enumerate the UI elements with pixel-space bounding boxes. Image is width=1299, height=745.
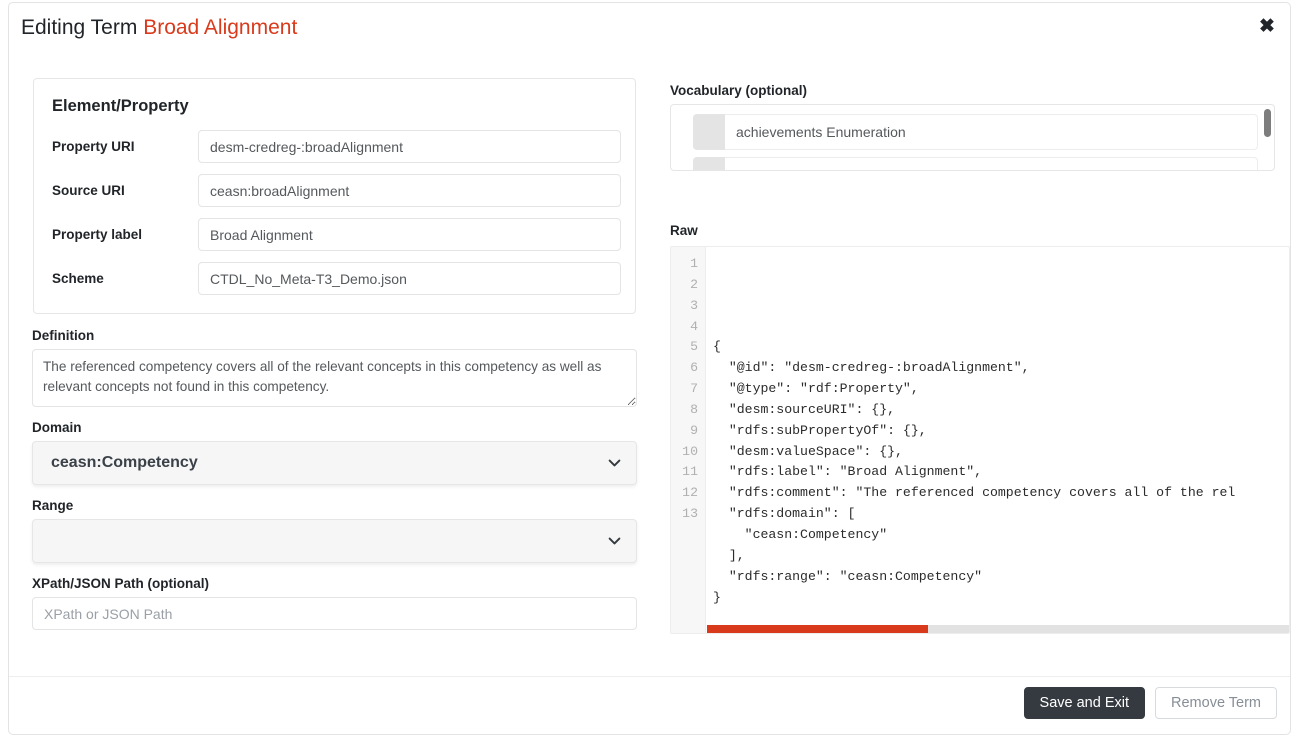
code-line: ], xyxy=(713,546,1289,567)
definition-textarea[interactable] xyxy=(32,349,637,407)
property-label-input[interactable] xyxy=(198,218,621,251)
right-column: Vocabulary (optional) Add Vocabulary Raw… xyxy=(662,69,1282,171)
field-label-source-uri: Source URI xyxy=(48,183,198,198)
code-line-number: 5 xyxy=(671,337,705,358)
range-select[interactable] xyxy=(32,519,637,563)
code-line-number: 13 xyxy=(671,504,705,525)
property-uri-input[interactable] xyxy=(198,130,621,163)
code-line: "ceasn:Competency" xyxy=(713,525,1289,546)
code-hscrollbar-track[interactable] xyxy=(707,625,1289,633)
code-gutter: 12345678910111213 xyxy=(671,247,706,633)
range-label: Range xyxy=(32,498,645,513)
code-line-number: 9 xyxy=(671,421,705,442)
source-uri-input[interactable] xyxy=(198,174,621,207)
code-line-number: 8 xyxy=(671,400,705,421)
field-scheme: Scheme xyxy=(48,262,621,295)
vocabulary-name-input[interactable] xyxy=(725,114,1258,150)
left-column: Element/Property Property URI Source URI… xyxy=(23,69,645,630)
domain-select-wrap: ceasn:Competency xyxy=(32,441,637,485)
code-hscrollbar-thumb[interactable] xyxy=(707,625,928,633)
code-content[interactable]: { "@id": "desm-credreg-:broadAlignment",… xyxy=(707,247,1289,633)
vocabulary-list xyxy=(670,104,1275,171)
modal-header: Editing Term Broad Alignment ✖ xyxy=(9,3,1290,58)
modal-footer: Save and Exit Remove Term xyxy=(9,676,1290,734)
vocabulary-name-input[interactable] xyxy=(725,157,1258,171)
title-prefix: Editing Term xyxy=(21,16,137,39)
code-line-number: 6 xyxy=(671,358,705,379)
vocabulary-prefix-icon xyxy=(693,114,725,150)
code-line: "rdfs:subPropertyOf": {}, xyxy=(713,421,1289,442)
code-line-number: 3 xyxy=(671,296,705,317)
code-line: "@type": "rdf:Property", xyxy=(713,379,1289,400)
xpath-label: XPath/JSON Path (optional) xyxy=(32,576,645,591)
save-and-exit-button[interactable]: Save and Exit xyxy=(1024,687,1145,719)
vocabulary-label: Vocabulary (optional) xyxy=(670,83,1282,98)
domain-select[interactable]: ceasn:Competency xyxy=(32,441,637,485)
definition-label: Definition xyxy=(32,328,645,343)
range-select-wrap xyxy=(32,519,637,563)
code-line-number: 2 xyxy=(671,275,705,296)
vocabulary-scrollbar[interactable] xyxy=(1264,109,1271,137)
code-line: "rdfs:range": "ceasn:Competency" xyxy=(713,567,1289,588)
code-line-number: 10 xyxy=(671,442,705,463)
code-line-number: 7 xyxy=(671,379,705,400)
code-line-number: 4 xyxy=(671,317,705,338)
remove-term-button[interactable]: Remove Term xyxy=(1155,687,1277,719)
code-line: "desm:sourceURI": {}, xyxy=(713,400,1289,421)
domain-label: Domain xyxy=(32,420,645,435)
field-label-property-uri: Property URI xyxy=(48,139,198,154)
list-item xyxy=(693,114,1258,150)
scheme-input[interactable] xyxy=(198,262,621,295)
code-line: "desm:valueSpace": {}, xyxy=(713,442,1289,463)
field-label-property-label: Property label xyxy=(48,227,198,242)
field-property-label: Property label xyxy=(48,218,621,251)
code-line: "@id": "desm-credreg-:broadAlignment", xyxy=(713,358,1289,379)
code-line-number: 12 xyxy=(671,483,705,504)
code-line: } xyxy=(713,588,1289,609)
field-property-uri: Property URI xyxy=(48,130,621,163)
code-line: "rdfs:comment": "The referenced competen… xyxy=(713,483,1289,504)
code-line: "rdfs:label": "Broad Alignment", xyxy=(713,462,1289,483)
code-line-number: 11 xyxy=(671,462,705,483)
element-property-card: Element/Property Property URI Source URI… xyxy=(33,78,636,314)
close-icon[interactable]: ✖ xyxy=(1253,13,1281,41)
field-source-uri: Source URI xyxy=(48,174,621,207)
page-title: Editing Term Broad Alignment xyxy=(21,16,297,40)
title-term-name: Broad Alignment xyxy=(143,16,297,39)
code-line: { xyxy=(713,337,1289,358)
list-item xyxy=(693,157,1258,171)
code-line-number: 1 xyxy=(671,254,705,275)
vocabulary-prefix-icon xyxy=(693,157,725,171)
raw-code-editor[interactable]: 12345678910111213 { "@id": "desm-credreg… xyxy=(670,246,1290,634)
card-title: Element/Property xyxy=(52,97,621,116)
field-label-scheme: Scheme xyxy=(48,271,198,286)
code-line: "rdfs:domain": [ xyxy=(713,504,1289,525)
raw-label: Raw xyxy=(670,223,698,238)
footer-button-row: Save and Exit Remove Term xyxy=(1024,687,1277,719)
xpath-input[interactable] xyxy=(32,597,637,630)
editing-term-modal: Editing Term Broad Alignment ✖ Element/P… xyxy=(8,2,1291,735)
